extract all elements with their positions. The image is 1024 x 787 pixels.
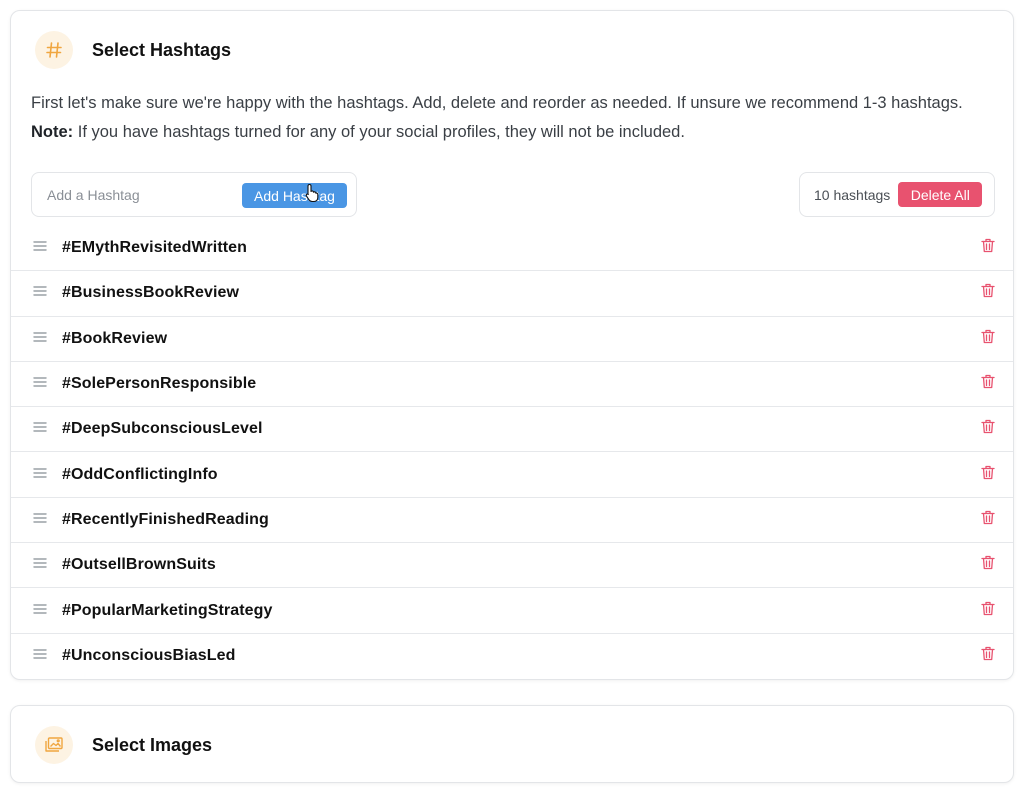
trash-icon[interactable] xyxy=(981,419,995,439)
drag-handle-icon[interactable] xyxy=(33,466,47,484)
hash-icon xyxy=(35,31,73,69)
delete-all-button[interactable]: Delete All xyxy=(898,182,983,207)
add-hashtag-input[interactable] xyxy=(47,179,237,210)
trash-icon[interactable] xyxy=(981,238,995,258)
hashtag-row[interactable]: #EMythRevisitedWritten xyxy=(11,226,1013,272)
images-title: Select Images xyxy=(92,734,213,755)
hashtag-label: #BookReview xyxy=(62,329,168,347)
hashtag-label: #OutsellBrownSuits xyxy=(62,556,216,574)
images-icon xyxy=(35,726,73,764)
hashtag-label: #OddConflictingInfo xyxy=(62,465,218,483)
hashtags-description: First let's make sure we're happy with t… xyxy=(31,89,1006,147)
hashtag-label: #RecentlyFinishedReading xyxy=(62,510,269,528)
drag-handle-icon[interactable] xyxy=(33,647,47,665)
hashtag-row[interactable]: #OutsellBrownSuits xyxy=(11,543,1013,589)
trash-icon[interactable] xyxy=(981,555,995,575)
drag-handle-icon[interactable] xyxy=(33,375,47,393)
hashtag-row[interactable]: #BusinessBookReview xyxy=(11,271,1013,317)
hashtag-label: #UnconsciousBiasLed xyxy=(62,647,236,665)
hashtag-count: 10 hashtags xyxy=(814,186,891,203)
hashtag-row[interactable]: #PopularMarketingStrategy xyxy=(11,588,1013,634)
hashtag-row[interactable]: #OddConflictingInfo xyxy=(11,452,1013,498)
hashtags-card: Select Hashtags First let's make sure we… xyxy=(10,10,1014,680)
drag-handle-icon[interactable] xyxy=(33,239,47,257)
drag-handle-icon[interactable] xyxy=(33,420,47,438)
hashtag-row[interactable]: #DeepSubconsciousLevel xyxy=(11,407,1013,453)
trash-icon[interactable] xyxy=(981,374,995,394)
hashtags-header: Select Hashtags xyxy=(35,31,231,69)
description-note: If you have hashtags turned for any of y… xyxy=(73,123,685,141)
hashtag-label: #PopularMarketingStrategy xyxy=(62,601,273,619)
hashtag-row[interactable]: #UnconsciousBiasLed xyxy=(11,634,1013,679)
hashtag-row[interactable]: #RecentlyFinishedReading xyxy=(11,498,1013,544)
hashtags-title: Select Hashtags xyxy=(92,39,232,60)
drag-handle-icon[interactable] xyxy=(33,511,47,529)
drag-handle-icon[interactable] xyxy=(33,602,47,620)
add-hashtag-button[interactable]: Add Hashtag xyxy=(242,183,347,208)
hashtag-row[interactable]: #BookReview xyxy=(11,317,1013,362)
drag-handle-icon[interactable] xyxy=(33,556,47,574)
hashtag-label: #BusinessBookReview xyxy=(62,284,240,302)
trash-icon[interactable] xyxy=(981,465,995,485)
trash-icon[interactable] xyxy=(981,329,995,349)
drag-handle-icon[interactable] xyxy=(33,330,47,348)
trash-icon[interactable] xyxy=(981,283,995,303)
note-label: Note: xyxy=(31,123,74,141)
hashtag-label: #EMythRevisitedWritten xyxy=(62,239,248,257)
hashtag-label: #DeepSubconsciousLevel xyxy=(62,420,263,438)
hand-cursor-icon xyxy=(305,183,319,203)
images-header: Select Images xyxy=(35,726,212,764)
trash-icon[interactable] xyxy=(981,601,995,621)
trash-icon[interactable] xyxy=(981,510,995,530)
drag-handle-icon[interactable] xyxy=(33,284,47,302)
hashtag-row[interactable]: #SolePersonResponsible xyxy=(11,362,1013,408)
images-card: Select Images xyxy=(10,705,1014,783)
hashtag-count-box: 10 hashtags Delete All xyxy=(799,172,995,217)
description-main: First let's make sure we're happy with t… xyxy=(31,94,963,112)
hashtag-label: #SolePersonResponsible xyxy=(62,375,257,393)
hashtag-list: #EMythRevisitedWritten #BusinessBookRevie… xyxy=(11,226,1013,679)
trash-icon[interactable] xyxy=(981,646,995,666)
